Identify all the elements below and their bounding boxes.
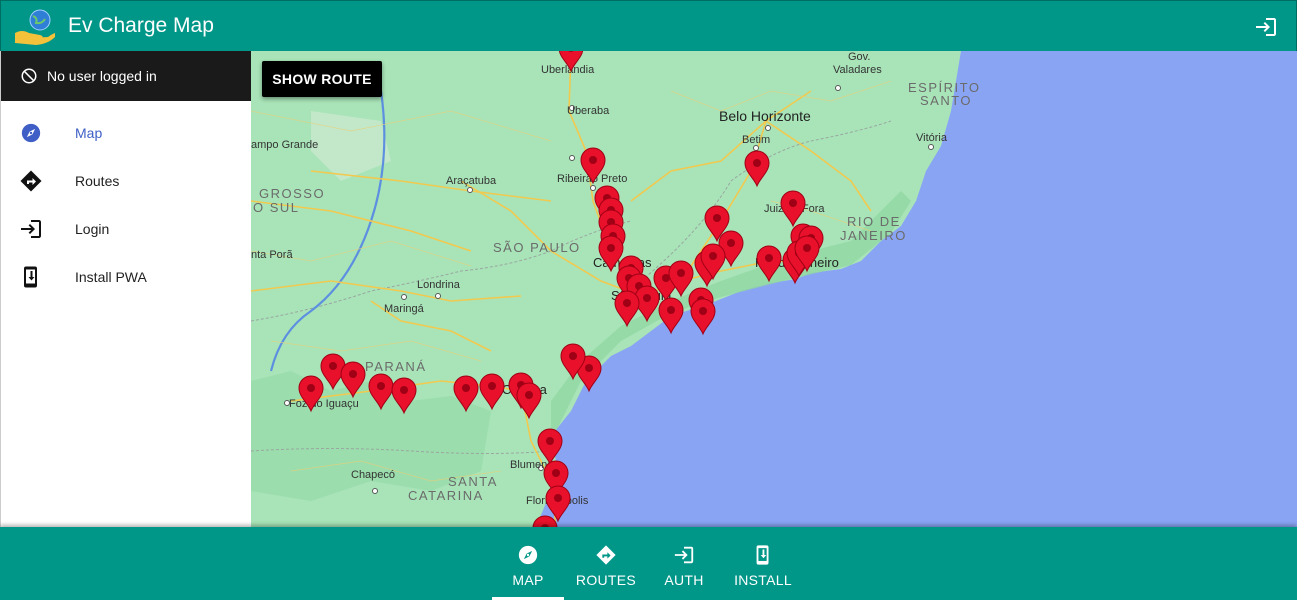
tab-auth[interactable]: AUTH: [648, 527, 720, 600]
charging-station-marker[interactable]: [479, 373, 505, 411]
charging-station-marker[interactable]: [340, 361, 366, 399]
marker-layer: [298, 51, 824, 527]
charging-station-marker[interactable]: [298, 375, 324, 413]
app-title: Ev Charge Map: [68, 14, 214, 37]
login-icon: [674, 546, 694, 563]
charging-station-marker[interactable]: [744, 150, 770, 188]
tab-label: MAP: [512, 571, 544, 588]
sidebar-item-label: Login: [75, 221, 110, 237]
login-icon: [19, 217, 43, 241]
directions-icon: [596, 544, 616, 565]
sidebar-item-label: Install PWA: [75, 269, 147, 285]
compass-icon: [518, 545, 538, 564]
charging-station-marker[interactable]: [368, 373, 394, 411]
install-phone-icon: [19, 265, 43, 289]
sidebar-item-label: Routes: [75, 173, 120, 189]
charging-station-marker[interactable]: [614, 290, 640, 328]
charging-station-marker[interactable]: [658, 297, 684, 335]
top-app-bar: Ev Charge Map: [0, 0, 1297, 51]
charging-station-marker[interactable]: [558, 51, 584, 73]
globe-hand-logo-icon: [15, 9, 55, 45]
install-phone-icon: [756, 544, 769, 565]
charging-station-marker[interactable]: [391, 377, 417, 415]
map-view[interactable]: Uberlândia Uberaba Gov. Valadares ESPÍRI…: [251, 51, 1297, 527]
sidebar-item-routes[interactable]: Routes: [1, 157, 251, 205]
charging-station-marker[interactable]: [537, 428, 563, 466]
tab-label: INSTALL: [734, 571, 792, 588]
side-drawer: No user logged in Map Routes Login Insta…: [0, 51, 251, 527]
block-icon: [21, 68, 37, 84]
tab-routes[interactable]: ROUTES: [570, 527, 642, 600]
charging-station-marker[interactable]: [453, 375, 479, 413]
charging-station-marker[interactable]: [690, 298, 716, 336]
sidebar-item-map[interactable]: Map: [1, 109, 251, 157]
charging-station-marker[interactable]: [545, 485, 571, 523]
charging-station-marker[interactable]: [516, 382, 542, 420]
charging-station-marker[interactable]: [580, 147, 606, 185]
sidebar-item-label: Map: [75, 125, 103, 141]
charging-station-marker[interactable]: [756, 245, 782, 283]
user-status-text: No user logged in: [47, 68, 157, 84]
charging-station-marker[interactable]: [532, 515, 558, 527]
sidebar-item-install-pwa[interactable]: Install PWA: [1, 253, 251, 301]
show-route-button[interactable]: SHOW ROUTE: [262, 61, 382, 97]
tab-map[interactable]: MAP: [492, 527, 564, 600]
tab-label: ROUTES: [575, 571, 637, 588]
charging-station-marker[interactable]: [780, 190, 806, 228]
directions-icon: [19, 169, 43, 193]
bottom-navigation: MAP ROUTES AUTH INSTALL: [0, 527, 1297, 600]
login-icon[interactable]: [1254, 15, 1278, 39]
tab-label: AUTH: [664, 571, 704, 588]
sidebar-item-login[interactable]: Login: [1, 205, 251, 253]
compass-icon: [19, 121, 43, 145]
user-status-bar: No user logged in: [1, 51, 251, 101]
tab-install[interactable]: INSTALL: [727, 527, 799, 600]
app: Ev Charge Map No user logged in Map Rout…: [0, 0, 1297, 600]
